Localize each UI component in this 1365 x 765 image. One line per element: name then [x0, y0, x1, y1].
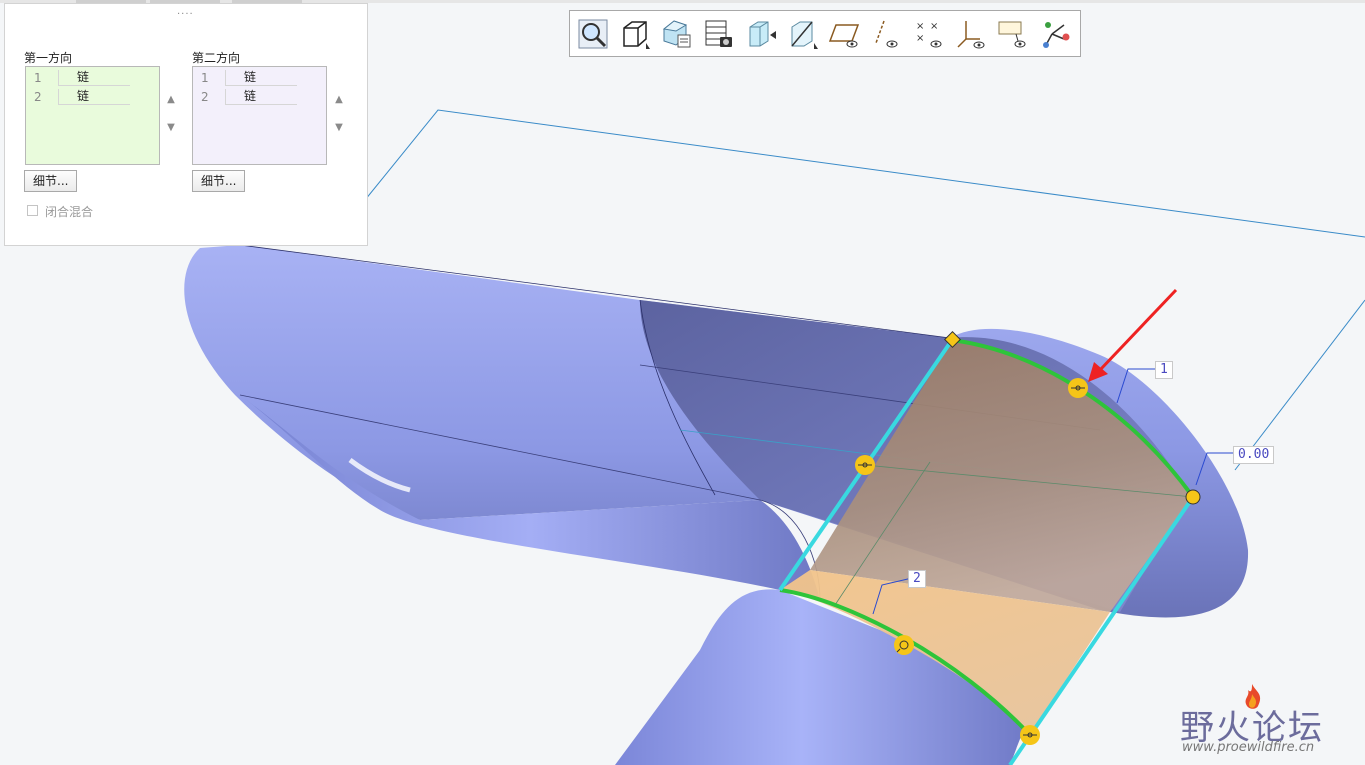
svg-text:×: × — [916, 21, 924, 32]
annotation-display-icon[interactable] — [996, 17, 1030, 51]
datum-plane-display-icon[interactable] — [828, 17, 862, 51]
drag-handle-bottom-curve[interactable] — [894, 635, 914, 655]
move-down-arrow-icon[interactable]: ▼ — [165, 122, 177, 134]
move-up-arrow-icon[interactable]: ▲ — [165, 94, 177, 106]
drag-handle-right-vertex[interactable] — [1185, 489, 1201, 505]
second-direction-label: 第二方向 — [192, 51, 241, 65]
view-manager-icon[interactable] — [702, 17, 736, 51]
first-direction-list[interactable]: 1 链 2 链 — [25, 66, 160, 165]
curve-label-2[interactable]: 2 — [908, 570, 926, 588]
list-item[interactable]: 2 链 — [195, 88, 297, 106]
value-tag[interactable]: 0.00 — [1233, 446, 1275, 464]
drag-handle-top-curve[interactable] — [1068, 378, 1088, 398]
second-direction-details-button[interactable]: 细节... — [192, 170, 246, 192]
svg-text:×: × — [930, 21, 938, 32]
datum-plane-outline — [364, 109, 1365, 238]
axis-display-icon[interactable] — [870, 17, 904, 51]
csys-display-icon[interactable] — [954, 17, 988, 51]
blend-references-panel: .... 第一方向 1 链 2 链 ▲ ▼ 细节... 第二方向 1 链 2 链… — [4, 3, 368, 246]
spin-center-icon[interactable] — [1038, 17, 1072, 51]
point-display-icon[interactable]: × × × — [912, 17, 946, 51]
drag-handle-bottom-edge[interactable] — [1020, 725, 1040, 745]
panel-grip[interactable]: .... — [177, 6, 194, 17]
closed-blend-checkbox[interactable] — [27, 205, 38, 216]
move-down-arrow-icon[interactable]: ▼ — [333, 122, 345, 134]
list-item[interactable]: 1 链 — [195, 69, 297, 87]
first-direction-details-button[interactable]: 细节... — [24, 170, 78, 192]
list-item[interactable]: 2 链 — [28, 88, 130, 106]
curve-label-1[interactable]: 1 — [1155, 361, 1173, 379]
svg-text:×: × — [916, 33, 924, 44]
saved-orientation-icon[interactable] — [660, 17, 694, 51]
closed-blend-label: 闭合混合 — [45, 205, 94, 219]
watermark-url: www.proewildfire.cn — [1182, 740, 1315, 755]
view-toolbar: × × × — [569, 10, 1081, 57]
plane-display-icon[interactable] — [786, 17, 820, 51]
drag-handle-left-edge[interactable] — [855, 455, 875, 475]
first-direction-label: 第一方向 — [24, 51, 73, 65]
second-direction-list[interactable]: 1 链 2 链 — [192, 66, 327, 165]
datum-plane-edge — [1234, 299, 1365, 471]
zoom-in-icon[interactable] — [576, 17, 610, 51]
list-item[interactable]: 1 链 — [28, 69, 130, 87]
move-up-arrow-icon[interactable]: ▲ — [333, 94, 345, 106]
repaint-icon[interactable] — [744, 17, 778, 51]
display-style-icon[interactable] — [618, 17, 652, 51]
